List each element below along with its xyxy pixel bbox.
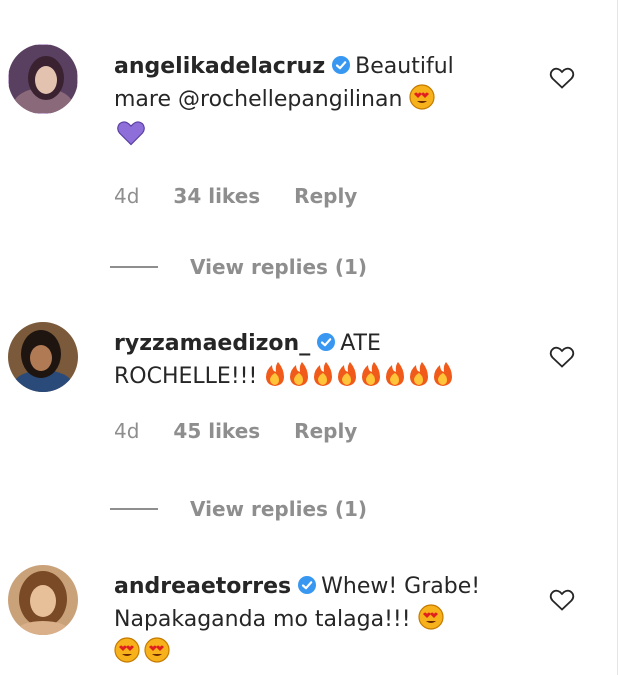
fire-emoji-icon <box>362 362 381 386</box>
heart-eyes-emoji-icon <box>114 637 140 663</box>
avatar-image <box>8 322 78 392</box>
verified-badge-icon <box>332 56 351 74</box>
replies-divider-line <box>110 266 158 268</box>
avatar-image <box>8 44 78 114</box>
comment-text-block: angelikadelacruz Beautiful mare @rochelle… <box>114 50 514 154</box>
likes-count[interactable]: 45 likes <box>173 419 260 443</box>
view-replies-label: View replies (1) <box>190 255 368 279</box>
comment-username[interactable]: andreaetorres <box>114 574 291 599</box>
view-replies-button[interactable]: View replies (1) <box>110 255 367 279</box>
heart-eyes-emoji-icon <box>417 604 444 630</box>
like-heart-icon[interactable] <box>549 588 575 612</box>
comment-body: angelikadelacruz Beautiful mare @rochelle… <box>114 50 514 208</box>
fire-emoji-icon <box>290 362 309 386</box>
avatar[interactable] <box>8 322 78 392</box>
like-heart-icon[interactable] <box>549 66 575 90</box>
fire-emoji-icon <box>266 362 285 386</box>
view-replies-label: View replies (1) <box>190 497 368 521</box>
comment-username[interactable]: angelikadelacruz <box>114 54 325 79</box>
comment-body: ryzzamaedizon_ ATE ROCHELLE!!! 4d 45 like… <box>114 327 514 443</box>
fire-emoji-group <box>264 362 456 389</box>
avatar[interactable] <box>8 44 78 114</box>
comment-time[interactable]: 4d <box>114 184 139 208</box>
scrollbar-track[interactable] <box>617 0 630 675</box>
comment-text-block: ryzzamaedizon_ ATE ROCHELLE!!! <box>114 327 514 393</box>
view-replies-button[interactable]: View replies (1) <box>110 497 367 521</box>
reply-button[interactable]: Reply <box>294 419 357 443</box>
fire-emoji-icon <box>386 362 405 386</box>
comment-meta: 4d 45 likes Reply <box>114 419 514 443</box>
heart-eyes-emoji-icon <box>409 84 436 110</box>
avatar[interactable] <box>8 565 78 635</box>
comment-meta: 4d 34 likes Reply <box>114 184 514 208</box>
verified-badge-icon <box>298 576 317 594</box>
purple-heart-emoji-icon <box>117 121 145 146</box>
avatar-image <box>8 565 78 635</box>
reply-button[interactable]: Reply <box>294 184 357 208</box>
likes-count[interactable]: 34 likes <box>173 184 260 208</box>
comment-time[interactable]: 4d <box>114 419 139 443</box>
comment-username[interactable]: ryzzamaedizon_ <box>114 331 310 356</box>
fire-emoji-icon <box>314 362 333 386</box>
replies-divider-line <box>110 508 158 510</box>
fire-emoji-icon <box>410 362 429 386</box>
heart-eyes-emoji-icon <box>144 637 170 663</box>
fire-emoji-icon <box>434 362 453 386</box>
like-heart-icon[interactable] <box>549 345 575 369</box>
verified-badge-icon <box>317 333 336 351</box>
comment-text-block: andreaetorres Whew! Grabe! Napakaganda mo… <box>114 570 514 669</box>
fire-emoji-icon <box>338 362 357 386</box>
comment-body: andreaetorres Whew! Grabe! Napakaganda mo… <box>114 570 514 669</box>
